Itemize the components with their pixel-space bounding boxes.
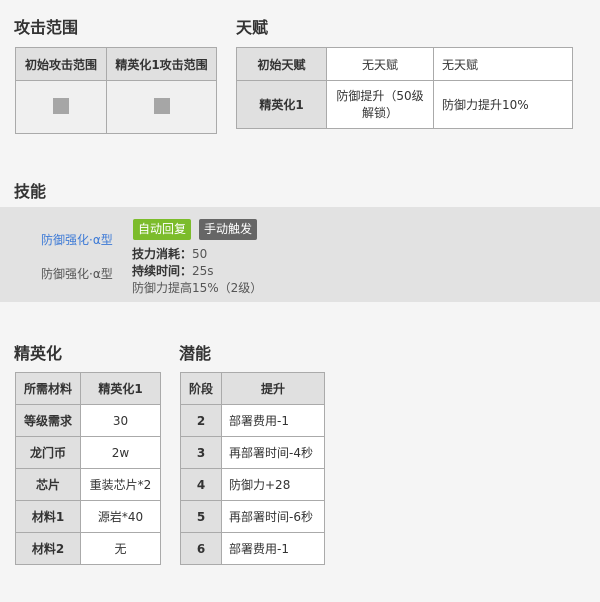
elite-row-value: 重装芯片*2 (80, 468, 161, 501)
talent-cell: 无天赋 (326, 47, 434, 81)
elite1-range-header: 精英化1攻击范围 (106, 47, 217, 81)
manual-trigger-tag: 手动触发 (199, 219, 258, 240)
duration-label: 持续时间： (132, 264, 193, 278)
potential-header-stage: 阶段 (180, 372, 222, 405)
attack-range-title: 攻击范围 (14, 18, 79, 37)
talent-row-label: 初始天赋 (236, 47, 327, 81)
elite-row-value: 30 (80, 404, 161, 437)
elite-header-stage: 精英化1 (80, 372, 161, 405)
potential-header-bonus: 提升 (221, 372, 325, 405)
potential-title: 潜能 (179, 344, 212, 363)
talent-cell: 无天赋 (433, 47, 573, 81)
talent-row-label: 精英化1 (236, 80, 327, 129)
auto-recovery-tag: 自动回复 (133, 219, 192, 240)
elite-row-value: 源岩*40 (80, 500, 161, 533)
skill-title: 技能 (14, 182, 47, 201)
potential-bonus: 再部署时间-4秒 (221, 436, 325, 469)
table-row: 3 再部署时间-4秒 (180, 436, 325, 469)
table-row: 材料1 源岩*40 (15, 500, 161, 533)
potential-stage: 4 (180, 468, 222, 501)
sp-cost-value: 50 (192, 247, 208, 261)
sp-cost-label: 技力消耗： (132, 247, 193, 261)
table-row: 2 部署费用-1 (180, 404, 325, 437)
elite-row-value: 无 (80, 532, 161, 565)
skill-name: 防御强化·α型 (41, 267, 113, 281)
table-row: 等级需求 30 (15, 404, 161, 437)
elite-row-label: 等级需求 (15, 404, 81, 437)
initial-range-header: 初始攻击范围 (15, 47, 107, 81)
potential-stage: 5 (180, 500, 222, 533)
table-row: 材料2 无 (15, 532, 161, 565)
elite-row-label: 龙门币 (15, 436, 81, 469)
duration-value: 25s (192, 264, 214, 278)
elite-title: 精英化 (14, 344, 63, 363)
table-row: 6 部署费用-1 (180, 532, 325, 565)
elite-row-label: 芯片 (15, 468, 81, 501)
potential-table: 阶段 提升 2 部署费用-1 3 再部署时间-4秒 4 防御力+28 5 再部署… (180, 372, 325, 565)
potential-stage: 3 (180, 436, 222, 469)
talent-title: 天赋 (236, 18, 269, 37)
elite-header-material: 所需材料 (15, 372, 81, 405)
skill-name-link[interactable]: 防御强化·α型 (41, 231, 113, 248)
talent-table: 初始天赋 无天赋 无天赋 精英化1 防御提升（50级解锁） 防御力提升10% (236, 47, 573, 129)
table-row: 芯片 重装芯片*2 (15, 468, 161, 501)
potential-bonus: 部署费用-1 (221, 532, 325, 565)
duration-line: 持续时间：25s (132, 262, 214, 279)
initial-range-cell (15, 80, 107, 134)
talent-cell: 防御提升（50级解锁） (326, 80, 434, 129)
talent-cell: 防御力提升10% (433, 80, 573, 129)
potential-bonus: 防御力+28 (221, 468, 325, 501)
elite-row-label: 材料2 (15, 532, 81, 565)
table-row: 4 防御力+28 (180, 468, 325, 501)
skill-panel: 防御强化·α型 防御强化·α型 自动回复 手动触发 技力消耗：50 持续时间：2… (0, 207, 600, 302)
potential-stage: 2 (180, 404, 222, 437)
range-grid-tile (153, 97, 170, 114)
attack-range-table: 初始攻击范围 精英化1攻击范围 (15, 47, 217, 134)
table-row: 5 再部署时间-6秒 (180, 500, 325, 533)
potential-bonus: 再部署时间-6秒 (221, 500, 325, 533)
elite1-range-cell (106, 80, 217, 134)
range-grid-tile (53, 97, 69, 114)
elite-table: 所需材料 精英化1 等级需求 30 龙门币 2w 芯片 重装芯片*2 材料1 源… (15, 372, 161, 565)
sp-cost-line: 技力消耗：50 (132, 245, 207, 262)
elite-row-value: 2w (80, 436, 161, 469)
elite-row-label: 材料1 (15, 500, 81, 533)
potential-stage: 6 (180, 532, 222, 565)
skill-effect: 防御力提高15%（2级） (132, 281, 263, 295)
table-row: 龙门币 2w (15, 436, 161, 469)
potential-bonus: 部署费用-1 (221, 404, 325, 437)
